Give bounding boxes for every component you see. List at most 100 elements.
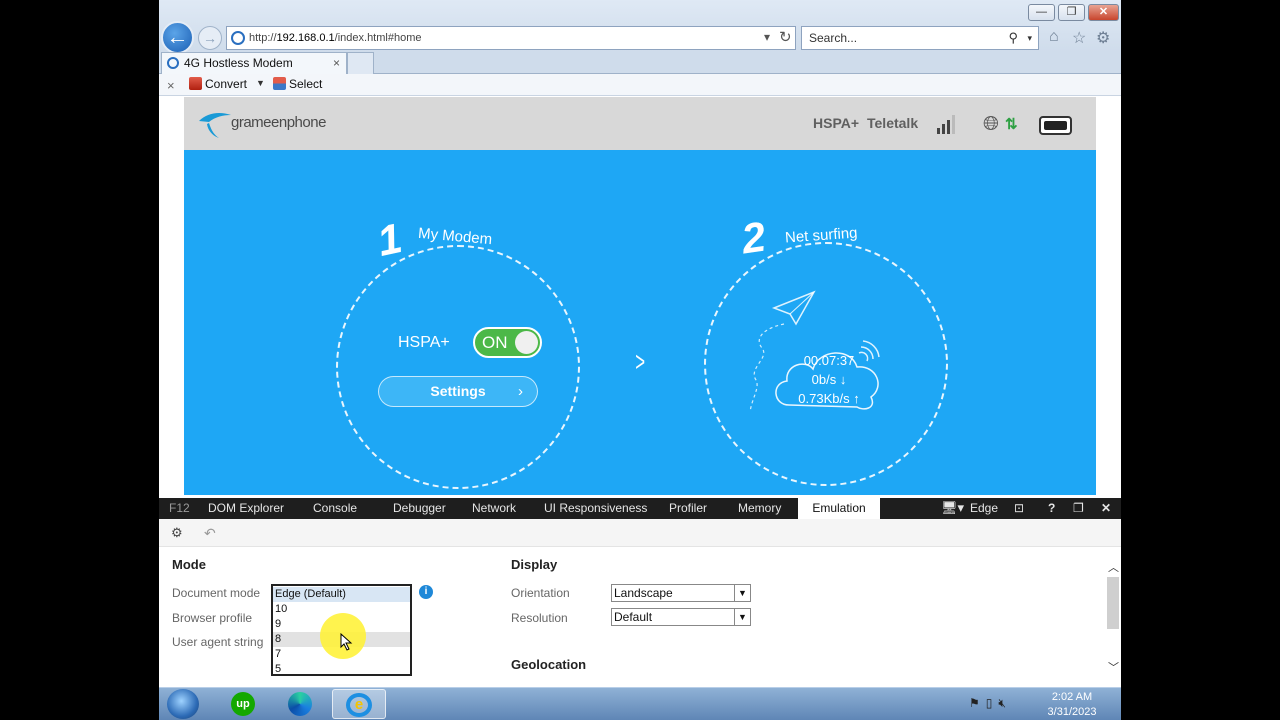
engine-label: Edge bbox=[970, 501, 999, 515]
network-type: HSPA+ bbox=[813, 115, 860, 131]
refresh-icon[interactable]: ↻ bbox=[779, 28, 792, 46]
new-tab-button[interactable] bbox=[347, 52, 374, 74]
data-connection-toggle[interactable]: ON bbox=[473, 327, 542, 358]
gear-icon[interactable]: ⚙ bbox=[1096, 28, 1110, 48]
start-button[interactable] bbox=[167, 689, 199, 719]
toggle-knob bbox=[515, 331, 538, 354]
tab-network[interactable]: Network bbox=[472, 498, 516, 519]
back-button[interactable]: ← bbox=[161, 21, 194, 54]
target-device-icon[interactable]: 🖥︎▾ bbox=[941, 498, 964, 519]
persist-settings-icon[interactable]: ⚙︎ bbox=[171, 525, 183, 541]
toggle-label: ON bbox=[482, 333, 508, 352]
signal-strength-icon bbox=[937, 115, 955, 134]
tab-4g-hostless-modem[interactable]: 4G Hostless Modem × bbox=[161, 52, 347, 74]
close-window-button[interactable]: ✕ bbox=[1088, 4, 1119, 21]
mode-section-title: Mode bbox=[172, 557, 206, 572]
tab-close-button[interactable]: × bbox=[333, 53, 340, 73]
dashboard-panel bbox=[184, 150, 1096, 495]
tab-ui-responsiveness[interactable]: UI Responsiveness bbox=[544, 498, 647, 519]
select-icon bbox=[273, 77, 286, 90]
search-input[interactable]: Search... ⚲ ▾ bbox=[801, 26, 1039, 50]
pdf-convert-icon bbox=[189, 77, 202, 90]
scroll-down-icon[interactable]: ﹀ bbox=[1108, 659, 1119, 675]
minimize-button[interactable]: — bbox=[1028, 4, 1055, 21]
undock-icon[interactable]: ❐ bbox=[1073, 498, 1084, 519]
settings-label: Settings bbox=[430, 383, 486, 399]
system-tray-icons[interactable]: ⚑▯🔇︎ bbox=[969, 696, 1012, 711]
home-icon[interactable]: ⌂ bbox=[1049, 28, 1059, 46]
resolution-select[interactable]: Default ▼ bbox=[611, 608, 751, 626]
taskbar-internet-explorer[interactable]: e bbox=[332, 689, 386, 719]
tab-profiler[interactable]: Profiler bbox=[669, 498, 707, 519]
resolution-label: Resolution bbox=[511, 611, 568, 625]
help-icon[interactable]: ? bbox=[1048, 498, 1055, 519]
ie-icon: e bbox=[346, 693, 372, 717]
mouse-pointer-icon bbox=[340, 633, 353, 651]
convert-button[interactable]: Convert bbox=[189, 77, 247, 91]
f12-label: F12 bbox=[169, 501, 190, 515]
resolution-value: Default bbox=[614, 610, 653, 624]
operator-name: Teletalk bbox=[867, 115, 919, 131]
chevron-down-icon: ▼ bbox=[734, 585, 750, 601]
search-icon[interactable]: ⚲ bbox=[1008, 27, 1018, 49]
devtools-scrollbar[interactable]: ︿ ﹀ bbox=[1105, 555, 1121, 685]
devtools-toolbar bbox=[159, 519, 1121, 547]
scrollbar-thumb[interactable] bbox=[1107, 577, 1119, 629]
internet-globe-icon: 🌐︎ bbox=[983, 113, 999, 135]
restore-button[interactable]: ❐ bbox=[1058, 4, 1085, 21]
my-modem-circle bbox=[336, 245, 580, 489]
option-edge-default[interactable]: Edge (Default) bbox=[273, 587, 410, 602]
screen: — ❐ ✕ ← → http://192.168.0.1/index.html#… bbox=[159, 0, 1121, 720]
search-dropdown-icon[interactable]: ▾ bbox=[1027, 27, 1032, 49]
data-transfer-arrows-icon: ⇅ bbox=[1005, 116, 1018, 133]
geolocation-section-title: Geolocation bbox=[511, 657, 587, 672]
console-toggle-icon[interactable]: ⊡ bbox=[1014, 498, 1024, 519]
brand-name: grameenphone bbox=[231, 114, 326, 131]
reset-icon[interactable]: ↶ bbox=[204, 525, 216, 542]
taskbar-upwork[interactable]: up bbox=[223, 689, 265, 719]
upload-speed: 0.73Kb/s ↑ bbox=[798, 391, 860, 406]
search-placeholder: Search... bbox=[809, 31, 858, 45]
chevron-right-icon: > bbox=[635, 346, 646, 377]
url-prefix: http:// bbox=[249, 32, 277, 44]
favorites-star-icon[interactable]: ☆ bbox=[1072, 28, 1086, 48]
tab-emulation[interactable]: Emulation bbox=[798, 498, 880, 519]
orientation-select[interactable]: Landscape ▼ bbox=[611, 584, 751, 602]
command-bar-close[interactable]: × bbox=[167, 78, 175, 93]
orientation-value: Landscape bbox=[614, 586, 673, 600]
info-icon[interactable]: i bbox=[419, 585, 433, 599]
tab-title: 4G Hostless Modem bbox=[184, 56, 293, 70]
devtools-close-icon[interactable]: ✕ bbox=[1101, 498, 1111, 519]
url-host: 192.168.0.1 bbox=[276, 32, 335, 44]
connection-duration: 00:07:37 bbox=[803, 353, 855, 368]
forward-button[interactable]: → bbox=[198, 26, 222, 50]
tab-dom-explorer[interactable]: DOM Explorer bbox=[208, 498, 284, 519]
convert-dropdown-icon[interactable]: ▼ bbox=[256, 78, 265, 88]
upwork-icon: up bbox=[231, 692, 255, 716]
download-speed: 0b/s ↓ bbox=[811, 372, 847, 387]
browser-profile-label: Browser profile bbox=[172, 611, 253, 625]
battery-icon bbox=[1039, 116, 1072, 135]
convert-label: Convert bbox=[205, 77, 248, 91]
taskbar-edge[interactable] bbox=[280, 689, 322, 719]
orientation-label: Orientation bbox=[511, 586, 570, 600]
edge-icon bbox=[288, 692, 312, 716]
clock-date[interactable]: 3/31/2023 bbox=[1039, 706, 1105, 718]
clock-time[interactable]: 2:02 AM bbox=[1039, 691, 1105, 703]
address-dropdown-icon[interactable]: ▾ bbox=[764, 30, 770, 44]
tab-memory[interactable]: Memory bbox=[738, 498, 781, 519]
ie-tab-icon bbox=[167, 57, 179, 69]
tab-debugger[interactable]: Debugger bbox=[393, 498, 446, 519]
document-mode-label: Document mode bbox=[172, 586, 261, 600]
tab-console[interactable]: Console bbox=[313, 498, 357, 519]
option-5[interactable]: 5 bbox=[273, 662, 410, 677]
address-bar[interactable]: http://192.168.0.1/index.html#home bbox=[226, 26, 796, 50]
user-agent-label: User agent string bbox=[172, 635, 264, 649]
select-button[interactable]: Select bbox=[273, 77, 322, 91]
scroll-up-icon[interactable]: ︿ bbox=[1108, 559, 1119, 575]
select-label: Select bbox=[289, 77, 323, 91]
mode-label: HSPA+ bbox=[398, 334, 450, 351]
chevron-down-icon: ▼ bbox=[734, 609, 750, 625]
url-path: /index.html#home bbox=[334, 32, 422, 44]
settings-button[interactable]: Settings › bbox=[378, 376, 538, 407]
